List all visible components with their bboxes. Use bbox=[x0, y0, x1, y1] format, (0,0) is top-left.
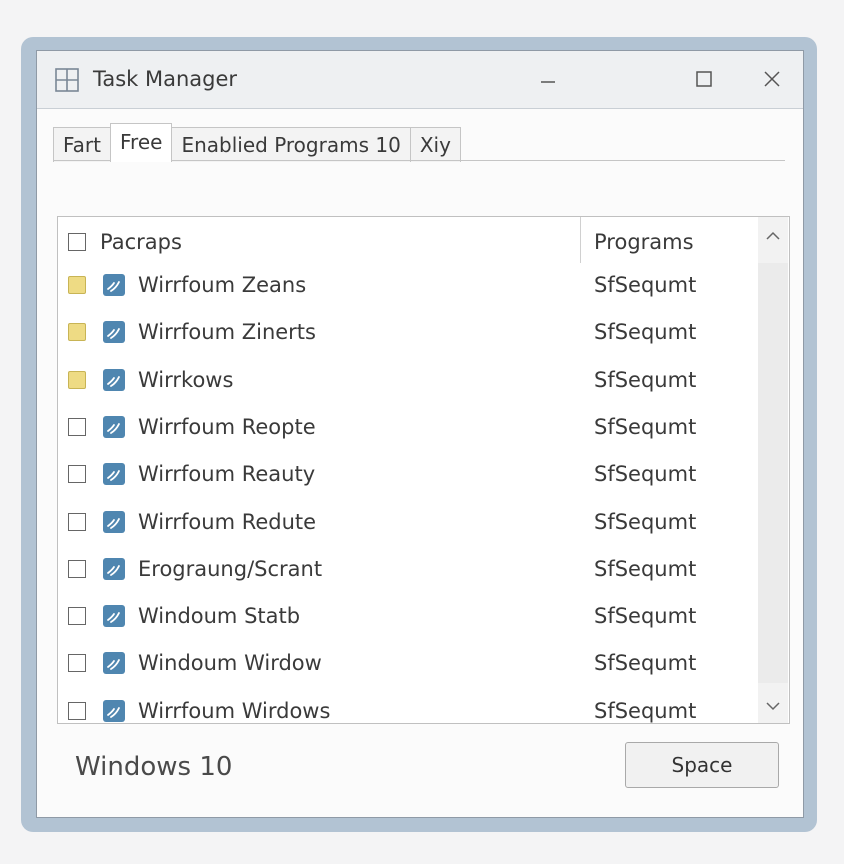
column-divider[interactable] bbox=[580, 217, 581, 263]
row-program: SfSequmt bbox=[594, 698, 697, 723]
list-item[interactable]: Wirrfoum Redute SfSequmt bbox=[58, 499, 758, 546]
row-checkbox[interactable] bbox=[68, 559, 86, 578]
row-checkbox[interactable] bbox=[68, 465, 86, 484]
row-program: SfSequmt bbox=[594, 651, 697, 676]
list-item[interactable]: Windoum Statb SfSequmt bbox=[58, 593, 758, 640]
list-item[interactable]: Wirrfoum Zeans SfSequmt bbox=[58, 262, 758, 309]
program-list: Pacraps Programs Wirrfoum Zeans SfSequmt W… bbox=[57, 216, 790, 724]
row-program: SfSequmt bbox=[594, 367, 697, 392]
app-icon bbox=[103, 463, 125, 486]
space-button[interactable]: Space bbox=[625, 742, 779, 788]
chevron-down-icon[interactable] bbox=[764, 699, 782, 713]
row-program: SfSequmt bbox=[594, 509, 697, 534]
row-checkbox[interactable] bbox=[68, 701, 86, 720]
close-icon bbox=[764, 71, 780, 87]
list-item[interactable]: Wirrfoum Reauty SfSequmt bbox=[58, 451, 758, 498]
column-header-name[interactable]: Pacraps bbox=[100, 230, 182, 254]
row-name: Wirrfoum Zinerts bbox=[138, 320, 316, 345]
tab-xiy[interactable]: Xiy bbox=[409, 127, 461, 162]
app-icon bbox=[103, 510, 125, 533]
row-checkbox[interactable] bbox=[68, 654, 86, 673]
app-icon bbox=[103, 652, 125, 675]
row-name: Windoum Wirdow bbox=[138, 651, 322, 676]
list-item[interactable]: Windoum Wirdow SfSequmt bbox=[58, 640, 758, 687]
maximize-icon bbox=[696, 71, 712, 87]
row-program: SfSequmt bbox=[594, 556, 697, 581]
tab-strip: Fart Free Enablied Programs 10 Xiy bbox=[53, 123, 461, 162]
row-name: Wirrfoum Reopte bbox=[138, 414, 316, 439]
list-header: Pacraps Programs bbox=[58, 217, 758, 267]
row-name: Wirrfoum Redute bbox=[138, 509, 317, 534]
tab-fart[interactable]: Fart bbox=[53, 127, 111, 162]
row-name: Wirrfoum Reauty bbox=[138, 462, 316, 487]
minimize-button[interactable] bbox=[527, 59, 569, 99]
row-name: Wirrkows bbox=[138, 367, 234, 392]
close-button[interactable] bbox=[751, 59, 793, 99]
row-name: Wirrfoum Wirdows bbox=[138, 698, 331, 723]
list-item[interactable]: Wirrfoum Zinerts SfSequmt bbox=[58, 309, 758, 356]
maximize-button[interactable] bbox=[683, 59, 725, 99]
row-name: Windoum Statb bbox=[138, 604, 301, 629]
row-program: SfSequmt bbox=[594, 462, 697, 487]
app-icon bbox=[103, 415, 125, 438]
app-icon bbox=[103, 699, 125, 722]
scrollbar-thumb[interactable] bbox=[758, 263, 788, 683]
select-all-checkbox[interactable] bbox=[68, 233, 86, 251]
row-checkbox[interactable] bbox=[68, 512, 86, 531]
row-program: SfSequmt bbox=[594, 604, 697, 629]
window-title: Task Manager bbox=[93, 67, 238, 91]
row-program: SfSequmt bbox=[594, 273, 697, 297]
list-item[interactable]: Wirrfoum Wirdows SfSequmt bbox=[58, 688, 758, 723]
title-bar[interactable]: Task Manager bbox=[37, 51, 803, 109]
list-item[interactable]: Wirrfoum Reopte SfSequmt bbox=[58, 404, 758, 451]
row-checkbox[interactable] bbox=[68, 276, 86, 294]
app-icon bbox=[103, 557, 125, 580]
row-name: Wirrfoum Zeans bbox=[138, 273, 307, 297]
status-text: Windows 10 bbox=[75, 752, 233, 782]
row-program: SfSequmt bbox=[594, 414, 697, 439]
vertical-scrollbar[interactable] bbox=[758, 217, 788, 723]
row-program: SfSequmt bbox=[594, 320, 697, 345]
windows-logo-icon bbox=[55, 68, 79, 92]
app-icon bbox=[103, 274, 125, 296]
minimize-icon bbox=[541, 81, 555, 83]
tab-enablied-programs[interactable]: Enablied Programs 10 bbox=[171, 127, 411, 162]
list-item[interactable]: Wirrkows SfSequmt bbox=[58, 357, 758, 404]
row-checkbox[interactable] bbox=[68, 370, 86, 389]
list-item[interactable]: Erograung/Scrant SfSequmt bbox=[58, 546, 758, 593]
task-manager-window: Task Manager Fart Free Enablied Programs… bbox=[36, 50, 804, 818]
row-checkbox[interactable] bbox=[68, 323, 86, 342]
column-header-programs[interactable]: Programs bbox=[594, 230, 694, 254]
app-icon bbox=[103, 605, 125, 628]
row-checkbox[interactable] bbox=[68, 417, 86, 436]
chevron-up-icon[interactable] bbox=[764, 229, 782, 243]
tab-free[interactable]: Free bbox=[110, 123, 173, 162]
app-icon bbox=[103, 321, 125, 344]
row-name: Erograung/Scrant bbox=[138, 556, 323, 581]
row-checkbox[interactable] bbox=[68, 607, 86, 626]
app-icon bbox=[103, 368, 125, 391]
